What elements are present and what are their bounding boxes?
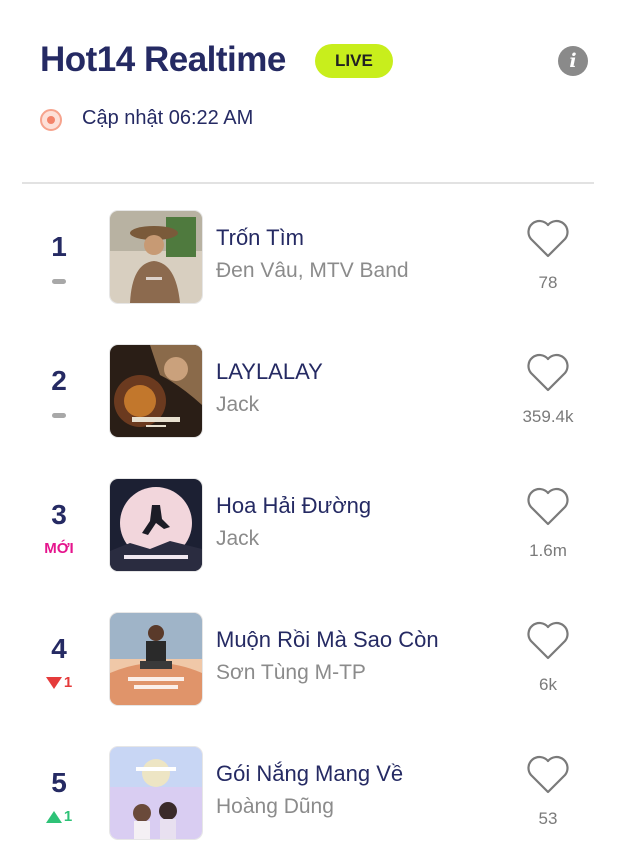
heart-icon[interactable] — [526, 219, 570, 259]
like-count: 53 — [538, 809, 558, 828]
like-count: 78 — [538, 273, 558, 292]
chart-row[interactable]: 2 LAYLALAY Jack 359.4k — [0, 345, 620, 437]
info-icon[interactable]: i — [558, 46, 588, 76]
artist-name[interactable]: Đen Vâu, MTV Band — [216, 259, 409, 283]
heart-icon[interactable] — [526, 487, 570, 527]
song-title[interactable]: Trốn Tìm — [216, 225, 304, 251]
rank-change-same — [38, 405, 80, 425]
artist-name[interactable]: Jack — [216, 527, 259, 551]
rank-change-new: MỚI — [44, 540, 74, 557]
chart-row[interactable]: 5 1 Gói Nắng Mang Về Hoàng Dũng 53 — [0, 747, 620, 839]
arrow-down-icon — [45, 677, 62, 690]
record-icon — [40, 109, 62, 131]
artist-name[interactable]: Hoàng Dũng — [216, 795, 334, 819]
rank-change-value: 1 — [63, 808, 73, 825]
rank-number: 3 — [51, 499, 67, 530]
like-count: 6k — [539, 675, 557, 694]
artist-name[interactable]: Sơn Tùng M-TP — [216, 661, 366, 685]
arrow-up-icon — [45, 811, 62, 824]
chart-row[interactable]: 3 MỚI Hoa Hải Đường Jack 1.6m — [0, 479, 620, 571]
album-cover[interactable] — [110, 345, 202, 437]
artist-name[interactable]: Jack — [216, 393, 259, 417]
rank-number: 2 — [51, 365, 67, 396]
rank-change-same — [38, 271, 80, 291]
song-title[interactable]: Muộn Rồi Mà Sao Còn — [216, 627, 439, 653]
rank-change-up: 1 — [38, 807, 80, 827]
divider — [22, 182, 594, 184]
rank-number: 4 — [51, 633, 67, 664]
heart-icon[interactable] — [526, 353, 570, 393]
chart-row[interactable]: 4 1 Muộn Rồi Mà Sao Còn Sơn Tùng M-TP 6k — [0, 613, 620, 705]
song-title[interactable]: Gói Nắng Mang Về — [216, 761, 403, 787]
rank-number: 5 — [51, 767, 67, 798]
chart-header: Hot14 Realtime LIVE i — [40, 38, 590, 88]
heart-icon[interactable] — [526, 755, 570, 795]
hot14-chart-card: Hot14 Realtime LIVE i Cập nhật 06:22 AM … — [0, 0, 620, 861]
update-time: Cập nhật 06:22 AM — [82, 107, 254, 129]
album-cover[interactable] — [110, 613, 202, 705]
chart-title: Hot14 Realtime — [40, 40, 286, 79]
song-title[interactable]: Hoa Hải Đường — [216, 493, 371, 519]
heart-icon[interactable] — [526, 621, 570, 661]
like-count: 359.4k — [522, 407, 574, 426]
rank-change-down: 1 — [38, 673, 80, 693]
album-cover[interactable] — [110, 479, 202, 571]
live-badge: LIVE — [315, 44, 393, 78]
album-cover[interactable] — [110, 747, 202, 839]
rank-number: 1 — [51, 231, 67, 262]
like-count: 1.6m — [529, 541, 567, 560]
album-cover[interactable] — [110, 211, 202, 303]
rank-change-value: 1 — [63, 674, 73, 691]
chart-row[interactable]: 1 Trốn Tìm Đen Vâu, MTV Band 78 — [0, 211, 620, 303]
song-title[interactable]: LAYLALAY — [216, 359, 323, 385]
